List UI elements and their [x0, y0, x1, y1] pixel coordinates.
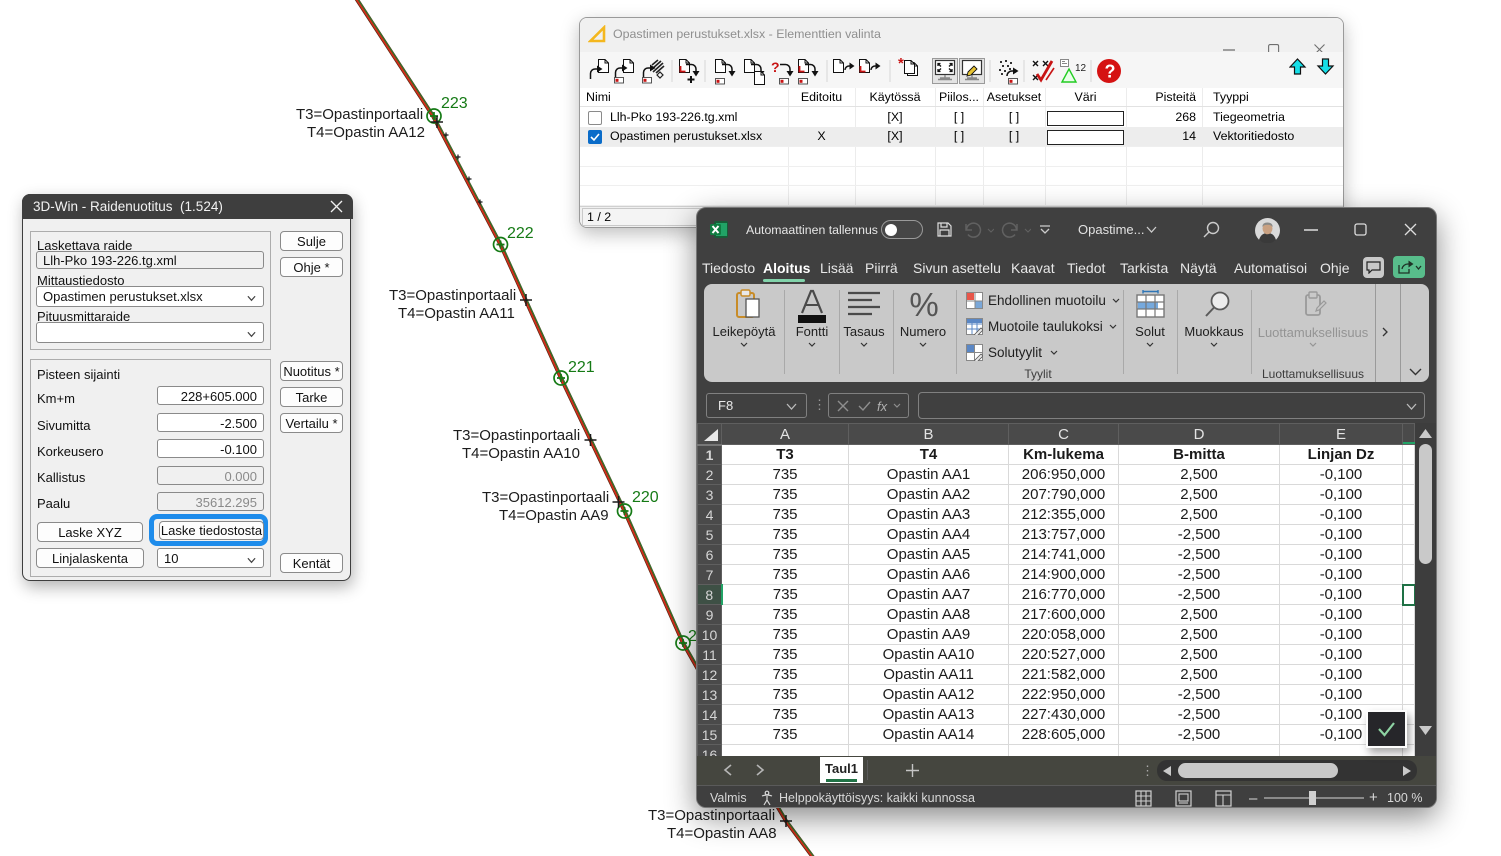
svg-text:?: ?	[1105, 62, 1116, 82]
svg-text:12: 12	[1075, 63, 1087, 74]
svg-text:fx: fx	[877, 400, 888, 413]
svg-text:*: *	[898, 57, 904, 72]
svg-text:?: ?	[771, 59, 780, 75]
